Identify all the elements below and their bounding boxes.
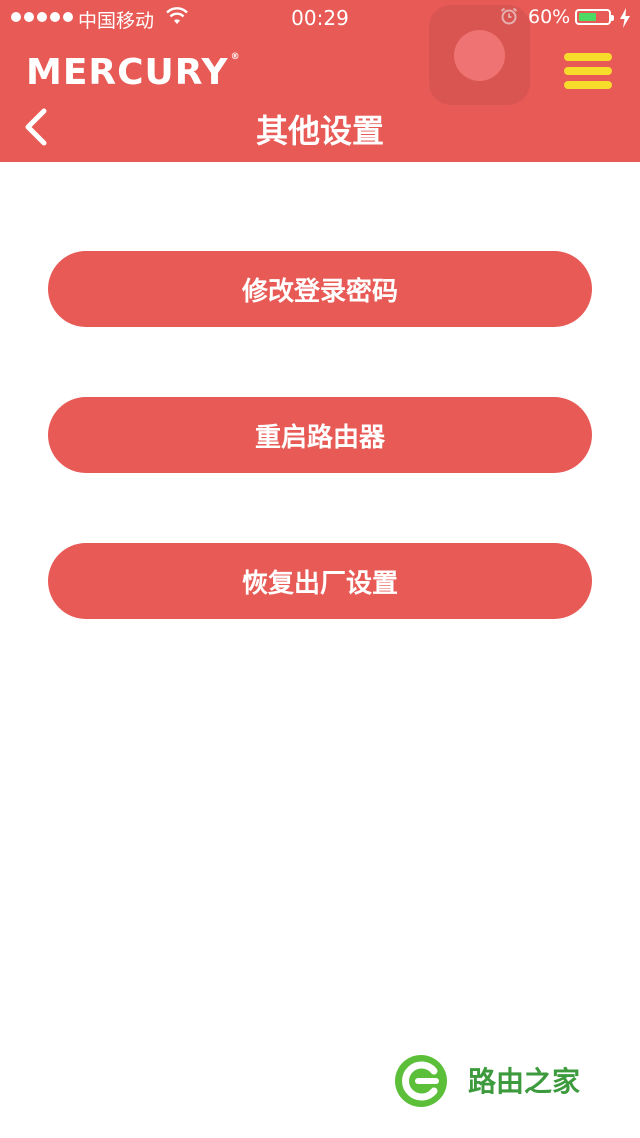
assistive-touch-button[interactable] [429,5,530,105]
brand-logo: MERCURY ® [26,52,241,93]
status-bar: 中国移动 00:29 60% [0,0,640,36]
watermark-text: 路由之家 [468,1065,581,1098]
battery-percent: 60% [528,6,571,28]
lightning-icon [620,8,630,28]
page-title: 其他设置 [255,112,384,150]
change-password-button[interactable]: 修改登录密码 [48,251,592,327]
app-header: 中国移动 00:29 60% MERCURY ® 其他设置 [0,0,640,162]
watermark: 路由之家 [394,1054,594,1110]
reboot-router-button[interactable]: 重启路由器 [48,397,592,473]
factory-reset-button[interactable]: 恢复出厂设置 [48,543,592,619]
battery-icon [575,9,614,25]
hamburger-menu-icon[interactable] [564,53,612,91]
watermark-logo-icon [395,1055,447,1107]
